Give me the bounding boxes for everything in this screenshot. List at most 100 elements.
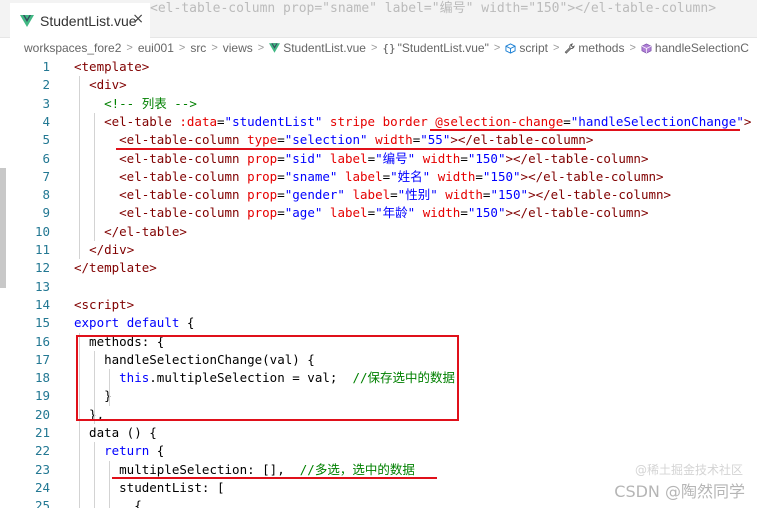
code-token: ></el-table-column> [450,132,594,148]
code-line[interactable]: 10 </el-table> [0,223,757,241]
code-line[interactable]: 8 <el-table-column prop="gender" label="… [0,186,757,204]
code-token: = [277,168,285,184]
code-token: "gender" [284,187,345,203]
code-text: <div> [74,76,127,94]
code-token: stripe [329,113,376,129]
tab-studentlist[interactable]: StudentList.vue × [10,3,150,38]
code-text: <el-table-column prop="sid" label="编号" w… [74,150,649,168]
line-number: 2 [42,77,50,93]
code-line[interactable]: 12 </template> [0,259,757,277]
line-number: 11 [34,242,50,257]
underline-selection-change [430,129,740,131]
code-token: prop [247,150,278,166]
line-number: 22 [34,443,50,459]
code-token: ></el-table-column> [528,187,672,203]
line-number: 13 [34,278,50,294]
line-number: 12 [34,260,50,276]
code-token: "编号" [375,150,416,166]
code-editor[interactable]: 1 <template> 2 <div> 3 <!-- 列表 --> 4 <el-tab… [0,58,757,508]
code-token: = [382,168,391,184]
code-line[interactable]: 22 return { [0,442,757,460]
breadcrumb-item-workspace[interactable]: workspaces_fore2 [24,41,121,55]
breadcrumb-item-views[interactable]: views [223,41,253,55]
code-line[interactable]: 7 <el-table-column prop="sname" label="姓… [0,168,757,186]
breadcrumb-item-module[interactable]: {} "StudentList.vue" [382,41,489,55]
indent-guide [79,76,80,260]
code-line[interactable]: 13 [0,278,757,296]
code-token: = [277,132,285,148]
code-token: prop [247,187,278,203]
code-line[interactable]: 11 </div> [0,241,757,259]
chevron-right-icon: > [126,42,133,54]
chevron-right-icon: > [493,42,501,54]
breadcrumb: workspaces_fore2 > eui001 > src > views … [0,38,757,58]
line-number: 21 [34,425,50,440]
code-token: = [277,150,285,166]
code-line[interactable]: 1 <template> [0,58,757,76]
code-token: prop [247,168,278,184]
code-line[interactable]: 2 <div> [0,76,757,94]
code-token: "年龄" [375,205,416,221]
code-token: </div> [89,242,135,257]
breadcrumb-item-script[interactable]: script [505,41,548,55]
line-number: 1 [42,59,50,74]
code-token: "150" [467,150,506,166]
code-token: > [743,113,752,129]
line-number: 18 [34,370,50,386]
code-token: <el-table-column [119,132,240,148]
code-token: </el-table> [104,223,187,239]
breadcrumb-item-src[interactable]: src [190,41,206,55]
code-text: <el-table-column prop="age" label="年龄" w… [74,204,649,222]
chevron-right-icon: > [178,42,186,54]
code-text: <el-table-column type="selection" width=… [74,131,593,149]
code-line[interactable]: 5 <el-table-column type="selection" widt… [0,131,757,149]
code-token: @selection-change [435,113,564,129]
code-token: "selection" [284,132,368,148]
breadcrumb-item-eui001[interactable]: eui001 [138,41,174,55]
code-line[interactable]: 9 <el-table-column prop="age" label="年龄"… [0,204,757,222]
code-token: ></el-table-column> [505,150,649,166]
chevron-right-icon: > [211,42,218,54]
code-token: export [74,315,120,331]
code-token: <script> [74,296,135,312]
code-token: = [367,205,376,221]
breadcrumb-item-methods[interactable]: methods [564,41,624,55]
line-number: 4 [42,113,50,129]
code-token: <el-table-column [119,150,240,166]
code-line[interactable]: 14 <script> [0,296,757,314]
code-token: label [329,150,368,166]
code-line[interactable]: 6 <el-table-column prop="sid" label="编号"… [0,150,757,168]
code-token: = [390,187,398,203]
line-number: 8 [42,187,50,203]
code-text: data () { [74,424,157,442]
close-icon[interactable]: × [132,11,144,27]
underline-multiple-selection [112,477,437,479]
breadcrumb-item-function[interactable]: handleSelectionC [641,41,749,55]
watermark-csdn: CSDN @陶然同学 [614,482,745,501]
line-number: 25 [34,498,50,508]
code-line[interactable]: 21 data () { [0,424,757,442]
chevron-right-icon: > [629,42,636,54]
code-token: ></el-table-column> [505,205,649,221]
code-text: </div> [74,241,134,259]
code-token: "handleSelectionChange" [570,113,744,129]
code-token: <el-table-column [119,187,240,203]
code-text: <el-table-column prop="gender" label="性别… [74,186,671,204]
code-line[interactable]: 15 export default { [0,314,757,332]
indent-guide [94,112,95,241]
code-token: "150" [467,205,506,221]
code-token: = [367,150,376,166]
code-token: = [277,205,285,221]
code-line[interactable]: 3 <!-- 列表 --> [0,95,757,113]
code-text: <script> [74,296,134,314]
breadcrumb-item-file[interactable]: StudentList.vue [269,41,366,55]
underline-selection-column [116,148,586,150]
